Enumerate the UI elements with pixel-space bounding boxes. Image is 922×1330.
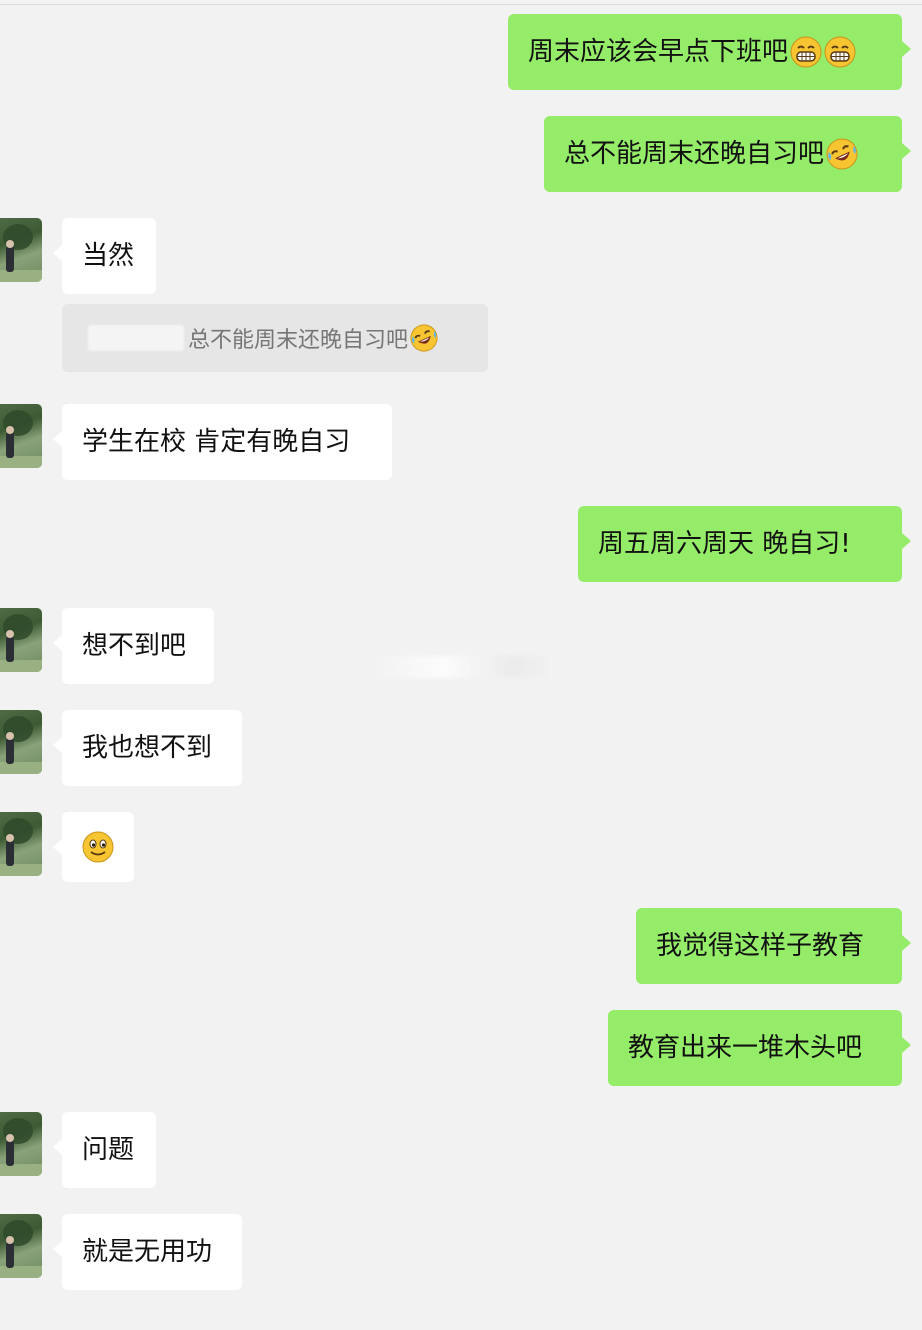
grin-icon xyxy=(790,36,822,68)
rofl-icon xyxy=(410,324,438,352)
contact-avatar[interactable] xyxy=(0,218,42,282)
message-text: 就是无用功 xyxy=(82,1237,213,1267)
message-text: 教育出来一堆木头吧 xyxy=(628,1033,863,1063)
message-text: 总不能周末还晚自习吧 xyxy=(564,139,825,169)
received-message-bubble[interactable]: 就是无用功 xyxy=(53,1214,242,1290)
message-text: 周五周六周天 晚自习! xyxy=(598,529,851,559)
sent-message-bubble[interactable]: 周末应该会早点下班吧 xyxy=(508,14,911,90)
smile-icon xyxy=(82,831,114,863)
top-divider xyxy=(0,4,922,5)
message-text: 问题 xyxy=(82,1135,135,1165)
received-message-bubble[interactable]: 我也想不到 xyxy=(53,710,242,786)
contact-avatar[interactable] xyxy=(0,812,42,876)
sent-message-bubble[interactable]: 教育出来一堆木头吧 xyxy=(608,1010,911,1086)
contact-avatar[interactable] xyxy=(0,1214,42,1278)
quoted-message[interactable]: 总不能周末还晚自习吧 xyxy=(62,304,488,372)
message-text: 我觉得这样子教育 xyxy=(656,931,865,961)
received-message-bubble[interactable]: 学生在校 肯定有晚自习 xyxy=(53,404,392,480)
message-text: 想不到吧 xyxy=(82,631,187,661)
message-text: 我也想不到 xyxy=(82,733,213,763)
grin-icon xyxy=(824,36,856,68)
contact-avatar[interactable] xyxy=(0,404,42,468)
contact-avatar[interactable] xyxy=(0,1112,42,1176)
rofl-icon xyxy=(826,138,858,170)
received-message-bubble[interactable]: 当然 xyxy=(53,218,156,294)
received-message-bubble[interactable]: 问题 xyxy=(53,1112,156,1188)
contact-avatar[interactable] xyxy=(0,608,42,672)
sent-message-bubble[interactable]: 总不能周末还晚自习吧 xyxy=(544,116,911,192)
redacted-author-name xyxy=(88,325,184,351)
sent-message-bubble[interactable]: 周五周六周天 晚自习! xyxy=(578,506,911,582)
quoted-text: 总不能周末还晚自习吧 xyxy=(188,328,409,353)
received-message-bubble[interactable]: 想不到吧 xyxy=(53,608,214,684)
redaction-smear xyxy=(370,656,550,678)
received-message-bubble[interactable] xyxy=(53,812,134,882)
message-text: 周末应该会早点下班吧 xyxy=(528,37,789,67)
contact-avatar[interactable] xyxy=(0,710,42,774)
sent-message-bubble[interactable]: 我觉得这样子教育 xyxy=(636,908,911,984)
message-text: 当然 xyxy=(82,241,135,271)
message-text: 学生在校 肯定有晚自习 xyxy=(82,427,351,457)
